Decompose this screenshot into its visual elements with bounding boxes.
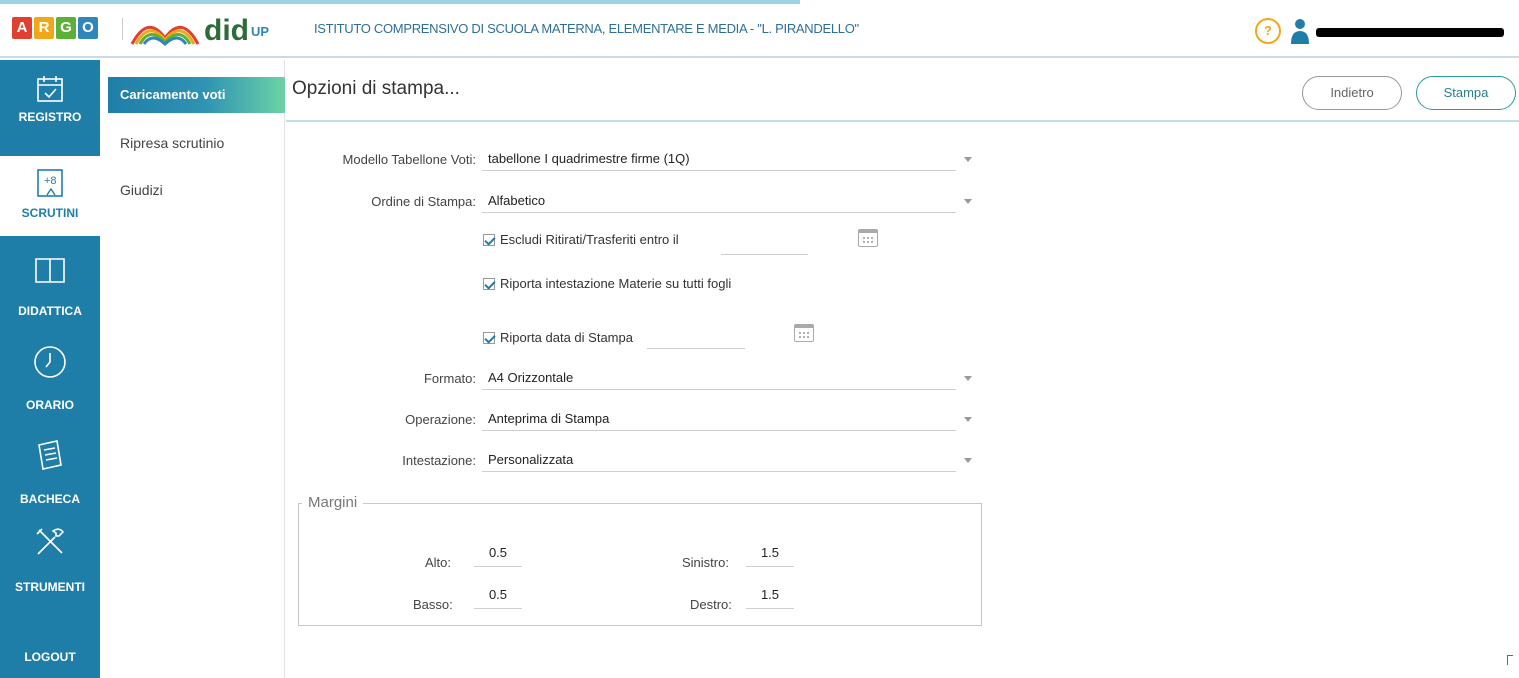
operazione-dropdown-icon[interactable] — [964, 417, 972, 422]
sidebar-item-registro[interactable]: REGISTRO — [0, 60, 100, 148]
ordine-dropdown-icon[interactable] — [964, 199, 972, 204]
riporta-data-label: Riporta data di Stampa — [500, 330, 633, 345]
sidebar-label-didattica: DIDATTICA — [18, 304, 82, 318]
sidebar-item-didattica[interactable]: DIDATTICA — [0, 250, 100, 330]
margini-legend: Margini — [302, 494, 364, 511]
formato-label: Formato: — [423, 371, 476, 386]
sidebar-label-orario: ORARIO — [26, 398, 74, 412]
checkbox-icon — [483, 233, 495, 246]
modello-select[interactable]: tabellone I quadrimestre firme (1Q) — [482, 149, 956, 171]
sidebar-label-logout: LOGOUT — [24, 650, 76, 664]
intestazione-value: Personalizzata — [488, 452, 574, 467]
destro-label: Destro: — [690, 597, 732, 612]
help-icon[interactable]: ? — [1255, 18, 1281, 44]
sidebar-label-strumenti: STRUMENTI — [15, 580, 85, 594]
product-name: did — [204, 14, 249, 47]
back-button[interactable]: Indietro — [1302, 76, 1402, 110]
calendar-icon[interactable] — [794, 324, 814, 342]
clock-icon — [0, 342, 100, 382]
formato-dropdown-icon[interactable] — [964, 376, 972, 381]
basso-label: Basso: — [413, 597, 453, 612]
formato-select[interactable]: A4 Orizzontale — [482, 368, 956, 390]
sidebar-item-strumenti[interactable]: STRUMENTI — [0, 522, 100, 602]
main-sidebar: REGISTRO +8 SCRUTINI DIDATTICA ORARIO BA… — [0, 60, 100, 678]
sidebar-label-bacheca: BACHECA — [20, 492, 80, 506]
sidebar-label-scrutini: SCRUTINI — [21, 206, 79, 220]
escludi-checkbox[interactable]: Escludi Ritirati/Trasferiti entro il — [483, 232, 679, 247]
intestazione-select[interactable]: Personalizzata — [482, 450, 956, 472]
resize-handle-icon[interactable] — [1507, 655, 1513, 665]
calendar-check-icon — [0, 60, 100, 102]
sidebar-item-scrutini[interactable]: +8 SCRUTINI — [0, 156, 100, 236]
checkbox-icon — [483, 277, 495, 290]
operazione-value: Anteprima di Stampa — [488, 411, 610, 426]
school-name: ISTITUTO COMPRENSIVO DI SCUOLA MATERNA, … — [314, 21, 859, 36]
app-header: A R G O did UP ISTITUTO COMPRENSIVO DI SC… — [0, 4, 1519, 58]
calendar-icon[interactable] — [858, 229, 878, 247]
sinistro-label: Sinistro: — [682, 555, 729, 570]
destro-input[interactable]: 1.5 — [746, 587, 794, 609]
grades-icon: +8 — [0, 156, 100, 197]
submenu-item-ripresa-scrutinio[interactable]: Ripresa scrutinio — [108, 125, 285, 161]
sidebar-item-logout[interactable]: LOGOUT — [0, 648, 100, 672]
modello-dropdown-icon[interactable] — [964, 157, 972, 162]
intestazione-label: Intestazione: — [402, 453, 476, 468]
riporta-intestazione-checkbox[interactable]: Riporta intestazione Materie su tutti fo… — [483, 276, 731, 291]
intestazione-dropdown-icon[interactable] — [964, 458, 972, 463]
formato-value: A4 Orizzontale — [488, 370, 574, 385]
argo-letter-g: G — [56, 17, 76, 39]
argo-letter-r: R — [34, 17, 54, 39]
grade-icon-text: +8 — [44, 175, 57, 187]
escludi-date-input[interactable] — [721, 233, 808, 255]
riporta-intestazione-label: Riporta intestazione Materie su tutti fo… — [500, 276, 732, 291]
data-stampa-input[interactable] — [647, 327, 745, 349]
submenu-item-caricamento-voti[interactable]: Caricamento voti — [108, 77, 285, 113]
riporta-data-checkbox[interactable]: Riporta data di Stampa — [483, 330, 633, 345]
print-button[interactable]: Stampa — [1416, 76, 1516, 110]
rainbow-book-icon — [130, 26, 200, 46]
argo-letter-a: A — [12, 17, 32, 39]
board-icon — [0, 434, 100, 474]
margini-fieldset — [298, 503, 982, 626]
sinistro-input[interactable]: 1.5 — [746, 545, 794, 567]
sidebar-label-registro: REGISTRO — [18, 110, 82, 124]
alto-label: Alto: — [425, 555, 452, 570]
operazione-label: Operazione: — [405, 412, 476, 427]
scrutini-submenu: Caricamento voti Ripresa scrutinio Giudi… — [100, 60, 285, 678]
didup-logo: did UP — [130, 12, 269, 46]
basso-input[interactable]: 0.5 — [474, 587, 522, 609]
operazione-select[interactable]: Anteprima di Stampa — [482, 409, 956, 431]
ordine-label: Ordine di Stampa: — [371, 194, 476, 209]
modello-value: tabellone I quadrimestre firme (1Q) — [488, 151, 690, 166]
argo-logo: A R G O — [12, 17, 98, 39]
submenu-item-giudizi[interactable]: Giudizi — [108, 172, 285, 208]
ordine-select[interactable]: Alfabetico — [482, 191, 956, 213]
product-suffix: UP — [251, 24, 270, 39]
escludi-label: Escludi Ritirati/Trasferiti entro il — [500, 232, 679, 247]
page-title: Opzioni di stampa... — [292, 78, 460, 99]
user-icon[interactable] — [1291, 18, 1309, 44]
username-redacted — [1316, 28, 1504, 37]
alto-input[interactable]: 0.5 — [474, 545, 522, 567]
checkbox-icon — [483, 331, 495, 344]
sidebar-item-bacheca[interactable]: BACHECA — [0, 434, 100, 514]
ordine-value: Alfabetico — [488, 193, 546, 208]
content-toolbar: Opzioni di stampa... Indietro Stampa — [286, 60, 1519, 122]
header-divider — [122, 18, 123, 40]
tools-icon — [0, 522, 100, 562]
book-icon — [0, 250, 100, 290]
modello-label: Modello Tabellone Voti: — [342, 152, 476, 167]
sidebar-item-orario[interactable]: ORARIO — [0, 342, 100, 422]
argo-letter-o: O — [78, 17, 98, 39]
